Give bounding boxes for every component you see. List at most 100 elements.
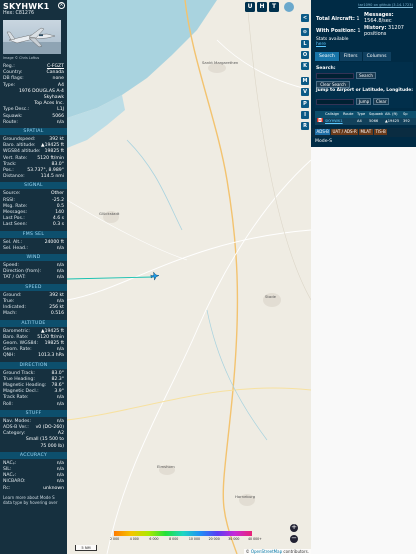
tab-columns[interactable]: Columns: [362, 52, 391, 61]
row-squawk: 5066: [369, 119, 379, 123]
map-layers-icon[interactable]: [284, 2, 294, 12]
column-header[interactable]: Sp: [401, 111, 411, 118]
section-header-wind[interactable]: WIND: [0, 254, 67, 262]
info-row: Mach: 0.516: [0, 311, 67, 317]
info-label: QNH:: [3, 353, 16, 359]
info-label: Rc:: [3, 485, 11, 491]
aircraft-photo-image: [3, 27, 61, 54]
map-scale: 5 NM: [75, 545, 97, 551]
column-header[interactable]: Type: [355, 111, 367, 118]
i-button[interactable]: I: [301, 111, 309, 119]
column-header[interactable]: Alt. (ft): [383, 111, 401, 118]
tracks-button[interactable]: O: [301, 51, 309, 59]
table-row[interactable]: SKYHWK1 A4 5066 ▲19425 392: [315, 118, 416, 125]
tab-filters[interactable]: Filters: [339, 52, 362, 61]
altitude-tick: 30 000: [228, 537, 240, 541]
search-area: Search: Search Clear Search Jump to Airp…: [315, 62, 413, 108]
v-button[interactable]: V: [301, 88, 309, 96]
r-button[interactable]: R: [301, 122, 309, 130]
jump-label: Jump to Airport or Latitude, Longitude:: [316, 88, 413, 93]
section-header-direction[interactable]: DIRECTION: [0, 361, 67, 369]
source-badge[interactable]: TIS-B: [374, 129, 388, 135]
search-input[interactable]: [316, 73, 354, 79]
hex-label: Hex:: [3, 11, 14, 16]
altitude-color-scale: [114, 531, 252, 536]
info-row: TAT / OAT: n/a: [0, 275, 67, 281]
info-row: 75 000 lb): [0, 444, 67, 450]
detail-value: n/a: [56, 119, 64, 125]
info-label: Category:: [3, 431, 26, 437]
info-row: Distance: 114.5 nmi: [0, 174, 67, 180]
place-label-1: Sankt Margarethen: [202, 60, 239, 65]
labels-button[interactable]: L: [301, 40, 309, 48]
source-badge[interactable]: ADS-B: [315, 129, 331, 135]
section-header-accuracy[interactable]: ACCURACY: [0, 451, 67, 459]
column-header[interactable]: Squawk: [367, 111, 383, 118]
info-row: QNH: 1013.3 hPa: [0, 353, 67, 359]
info-label: TAT / OAT:: [3, 275, 26, 281]
mode-s-footer: Learn more about Mode S data type by hov…: [3, 494, 58, 505]
place-label-4: Elmshorn: [157, 464, 175, 469]
row-altitude: ▲19425: [385, 119, 400, 123]
detail-label: Type:: [3, 82, 16, 88]
section-header-spatial[interactable]: SPATIAL: [0, 128, 67, 136]
altitude-tick: 4 000: [129, 537, 139, 541]
stats-link[interactable]: here: [316, 42, 326, 47]
row-speed: 392: [403, 119, 410, 123]
osm-link[interactable]: OpenStreetMap: [251, 549, 282, 554]
info-label: Roll:: [3, 401, 13, 407]
info-value: n/a: [56, 401, 64, 407]
version-link[interactable]: tar1090 on github (3.14.1723): [358, 3, 413, 7]
jump-input[interactable]: [316, 99, 354, 105]
info-row: Roll: n/a: [0, 402, 67, 408]
altitude-tick: 6 000: [149, 537, 159, 541]
selected-callsign: SKYHWK1: [3, 2, 50, 11]
section-header-stuff[interactable]: STUFF: [0, 409, 67, 417]
clear-search-button[interactable]: Clear Search: [316, 81, 350, 88]
search-button[interactable]: Search: [356, 72, 376, 79]
aircraft-marker[interactable]: [150, 271, 160, 281]
row-route: [341, 118, 355, 125]
section-header-fms-sel[interactable]: FMS SEL: [0, 230, 67, 238]
jump-button[interactable]: Jump: [356, 98, 371, 105]
p-button[interactable]: P: [301, 100, 309, 108]
zoom-in-button[interactable]: +: [290, 524, 298, 532]
close-icon[interactable]: ×: [58, 2, 65, 9]
map-t-button[interactable]: T: [269, 2, 279, 12]
k-button[interactable]: K: [301, 62, 309, 70]
section-header-speed[interactable]: SPEED: [0, 283, 67, 291]
tab-search[interactable]: Search: [315, 52, 339, 61]
hex-value: C81276: [15, 11, 35, 16]
column-header[interactable]: Route: [341, 111, 355, 118]
image-credit: Image © Chris Loftus: [3, 56, 40, 60]
row-callsign[interactable]: SKYHWK1: [323, 118, 343, 125]
info-value: n/a: [56, 275, 64, 281]
map-u-button[interactable]: U: [245, 2, 255, 12]
app-root: SKYHWK1 Hex: C81276 × Image © Chris Loft…: [0, 0, 416, 554]
aircraft-sections: SPATIAL Groundspeed: 392 kt Baro. altitude:…: [0, 128, 67, 492]
history-count: History: 31207 positions: [364, 25, 404, 37]
map-canvas: [67, 0, 311, 554]
search-label: Search:: [316, 66, 336, 71]
info-value: 0.516: [50, 311, 64, 317]
column-header[interactable]: Callsign: [323, 111, 341, 118]
info-row: Sel. Head.: n/a: [0, 246, 67, 252]
aircraft-photo[interactable]: [3, 20, 61, 54]
clear-button[interactable]: Clear: [373, 98, 389, 105]
map-h-button[interactable]: H: [257, 2, 267, 12]
altitude-tick: 10 000: [188, 537, 200, 541]
multi-select-button[interactable]: M: [301, 77, 309, 85]
column-header[interactable]: [315, 111, 323, 118]
center-button[interactable]: ⊙: [301, 28, 309, 36]
collapse-panel-button[interactable]: <: [301, 14, 309, 22]
map-area[interactable]: Sankt Margarethen Glückstadt Stade Elmsh…: [67, 0, 311, 554]
zoom-out-button[interactable]: −: [290, 535, 298, 543]
info-label: Distance:: [3, 174, 25, 180]
source-badge[interactable]: MLAT: [359, 129, 373, 135]
info-label: Last Seen:: [3, 222, 28, 228]
source-badge[interactable]: UAT / ADS-R: [331, 129, 359, 135]
section-header-signal[interactable]: SIGNAL: [0, 182, 67, 190]
section-header-altitude[interactable]: ALTITUDE: [0, 319, 67, 327]
info-value: 114.5 nmi: [40, 174, 64, 180]
altitude-tick: 8 000: [169, 537, 179, 541]
